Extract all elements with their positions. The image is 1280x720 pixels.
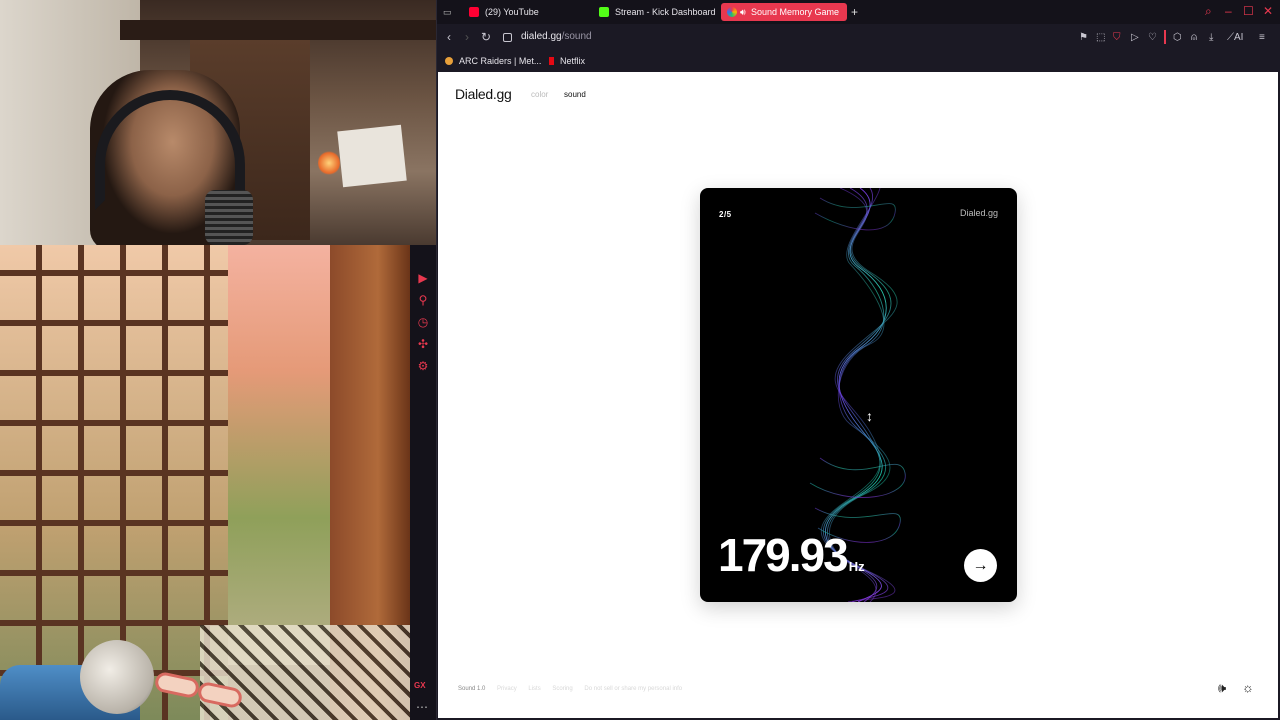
nav-color-link[interactable]: color <box>531 90 548 99</box>
download-icon[interactable]: ⤓ <box>1209 32 1213 43</box>
extensions-icon[interactable]: ⬡ <box>1173 32 1182 43</box>
ai-button[interactable]: ⟋AI <box>1227 32 1243 43</box>
site-logo[interactable]: Dialed.gg <box>455 86 512 102</box>
player-icon[interactable]: ▶ <box>416 271 430 285</box>
account-icon[interactable]: ⍝ <box>1191 32 1197 43</box>
microphone <box>205 190 253 245</box>
reload-icon[interactable]: ↻ <box>481 30 491 44</box>
maximize-button[interactable]: ☐ <box>1243 4 1254 18</box>
url-host: dialed.gg <box>521 31 562 42</box>
netflix-icon <box>549 57 554 65</box>
bookmark-netflix[interactable]: Netflix <box>549 56 585 66</box>
back-icon[interactable]: ‹ <box>447 30 451 44</box>
frequency-value: 179.93 <box>718 529 849 581</box>
forward-icon[interactable]: › <box>465 30 469 44</box>
search-icon[interactable]: ⌕ <box>1205 4 1212 18</box>
page-viewport: Dialed.gg color sound 2/5 Dialed.gg ↕ 17… <box>438 72 1278 718</box>
more-icon[interactable]: ⋯ <box>416 700 428 714</box>
vpn-shield-icon[interactable]: ⛉ <box>1113 32 1121 43</box>
pin-icon[interactable]: ⚲ <box>416 293 430 307</box>
footer-scoring-link[interactable]: Scoring <box>552 686 572 692</box>
bookmarks-bar: ARC Raiders | Met... Netflix <box>437 52 1280 72</box>
youtube-icon <box>469 7 479 17</box>
close-button[interactable]: ✕ <box>1263 4 1273 18</box>
browser-sidebar: ▶ ⚲ ◷ ✣ ⚙ GX ⋯ <box>410 245 436 720</box>
snapshot-icon[interactable]: ⬚ <box>1096 32 1105 43</box>
tab-sound-memory-game[interactable]: 🔊︎ Sound Memory Game <box>721 3 847 21</box>
history-icon[interactable]: ◷ <box>416 315 430 329</box>
card-brand: Dialed.gg <box>959 208 998 218</box>
footer-do-not-sell-link[interactable]: Do not sell or share my personal info <box>584 686 682 692</box>
gx-badge[interactable]: GX <box>414 681 426 690</box>
page-footer: Sound 1.0 Privacy Lists Scoring Do not s… <box>458 686 692 692</box>
url-path: /sound <box>561 31 592 42</box>
menu-icon[interactable]: ≡ <box>1259 32 1265 43</box>
next-button[interactable]: → <box>964 549 997 582</box>
speaker-icon[interactable]: 🔊︎ <box>740 3 746 21</box>
anime-background-scene <box>0 245 410 720</box>
play-icon[interactable]: ▷ <box>1131 32 1139 43</box>
bookmark-label: Netflix <box>560 56 586 66</box>
browser-window: ▭ (29) YouTube Stream - Kick Dashboard 🔊… <box>436 0 1280 720</box>
bookmark-arc-raiders[interactable]: ARC Raiders | Met... <box>445 56 541 66</box>
new-tab-button[interactable]: + <box>851 3 858 21</box>
theme-toggle-icon[interactable]: ☼ <box>1242 680 1254 695</box>
tab-youtube[interactable]: (29) YouTube <box>469 3 539 21</box>
arc-raiders-icon <box>445 57 453 65</box>
bookmark-icon[interactable]: ⚑ <box>1079 32 1088 43</box>
address-bar: ‹ › ↻ dialed.gg/sound ⚑ ⬚ ⛉ ▷ ♡ ⬡ ⍝ ⤓ ⟋A… <box>437 24 1280 52</box>
tab-bar: ▭ (29) YouTube Stream - Kick Dashboard 🔊… <box>437 0 1280 24</box>
screen: ▶ ⚲ ◷ ✣ ⚙ GX ⋯ ▭ (29) YouTube Stream - K… <box>0 0 1280 720</box>
round-progress: 2/5 <box>719 210 732 219</box>
url-field[interactable]: dialed.gg/sound <box>521 31 592 42</box>
ai-label: AI <box>1234 32 1244 43</box>
kick-icon <box>599 7 609 17</box>
volume-icon[interactable]: 🕪︎ <box>1218 680 1226 696</box>
frequency-unit: Hz <box>848 559 865 574</box>
nav-sound-link[interactable]: sound <box>564 90 586 99</box>
footer-version: Sound 1.0 <box>458 686 486 692</box>
tab-kick[interactable]: Stream - Kick Dashboard <box>599 3 716 21</box>
sound-game-card: 2/5 Dialed.gg ↕ 179.93 Hz → <box>700 188 1017 602</box>
workspaces-icon[interactable]: ▭ <box>443 3 452 21</box>
extensions-icon[interactable]: ✣ <box>416 337 430 351</box>
settings-icon[interactable]: ⚙ <box>416 359 430 373</box>
frequency-readout: 179.93 Hz <box>718 530 865 592</box>
footer-privacy-link[interactable]: Privacy <box>497 686 517 692</box>
dialed-icon <box>727 7 737 17</box>
tab-label: (29) YouTube <box>485 7 539 17</box>
heart-icon[interactable]: ♡ <box>1148 32 1157 43</box>
tab-label: Stream - Kick Dashboard <box>615 7 716 17</box>
webcam-feed <box>0 0 436 245</box>
toolbar-divider <box>1164 30 1166 44</box>
minimize-button[interactable]: – <box>1225 4 1232 18</box>
bookmark-label: ARC Raiders | Met... <box>459 56 542 66</box>
lock-icon <box>503 33 512 42</box>
footer-lists-link[interactable]: Lists <box>528 686 540 692</box>
resize-cursor-icon: ↕ <box>866 408 873 424</box>
arrow-right-icon: → <box>972 557 989 574</box>
tab-label: Sound Memory Game <box>751 7 840 17</box>
